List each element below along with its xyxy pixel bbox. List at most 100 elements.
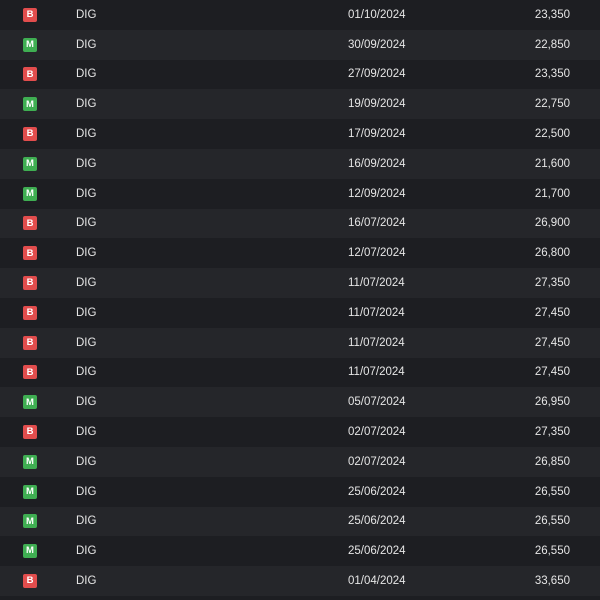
price-cell: 26,900 <box>534 217 570 230</box>
symbol-cell: DIG <box>76 515 97 528</box>
price-cell: 27,450 <box>534 366 570 379</box>
symbol-cell: DIG <box>76 157 97 170</box>
transaction-row[interactable]: B DIG 01/04/2024 33,650 <box>0 566 600 596</box>
date-cell: 02/07/2024 <box>348 426 406 439</box>
date-cell: 17/09/2024 <box>348 128 406 141</box>
symbol-cell: DIG <box>76 545 97 558</box>
price-cell: 27,350 <box>534 426 570 439</box>
transaction-row[interactable]: B DIG 11/07/2024 27,450 <box>0 357 600 388</box>
transaction-row[interactable]: M DIG 16/09/2024 21,600 <box>0 148 600 179</box>
type-badge: B <box>23 276 37 291</box>
date-cell: 11/07/2024 <box>348 366 405 379</box>
transaction-row[interactable]: B DIG 17/09/2024 22,500 <box>0 119 600 149</box>
transaction-row[interactable]: M DIG 25/06/2024 26,550 <box>0 536 600 567</box>
type-badge: M <box>23 484 37 499</box>
type-badge: M <box>23 37 37 52</box>
type-badge: B <box>23 425 37 440</box>
date-cell: 11/07/2024 <box>348 277 405 290</box>
date-cell: 30/09/2024 <box>348 38 406 51</box>
type-badge: M <box>23 544 37 559</box>
symbol-cell: DIG <box>76 98 97 111</box>
date-cell: 16/09/2024 <box>348 157 406 170</box>
transaction-row[interactable]: M DIG 05/07/2024 26,950 <box>0 387 600 418</box>
transaction-row[interactable]: B DIG 01/10/2024 23,350 <box>0 0 600 30</box>
symbol-cell: DIG <box>76 426 97 439</box>
type-badge: B <box>23 365 37 380</box>
type-badge: B <box>23 7 37 22</box>
date-cell: 02/07/2024 <box>348 455 406 468</box>
transaction-row[interactable]: B DIG 02/07/2024 27,350 <box>0 417 600 447</box>
transaction-row[interactable]: M DIG 30/09/2024 22,850 <box>0 29 600 60</box>
type-badge: M <box>23 514 37 529</box>
type-badge: M <box>23 186 37 201</box>
transaction-row[interactable]: B DIG 16/07/2024 26,900 <box>0 208 600 239</box>
date-cell: 19/09/2024 <box>348 98 406 111</box>
date-cell: 25/06/2024 <box>348 545 406 558</box>
price-cell: 26,850 <box>534 455 570 468</box>
transaction-row[interactable]: M DIG 19/09/2024 22,750 <box>0 89 600 120</box>
transaction-list: B DIG 01/10/2024 23,350 M DIG 30/09/2024… <box>0 0 600 600</box>
type-badge: B <box>23 574 37 589</box>
price-cell: 22,750 <box>534 98 570 111</box>
symbol-cell: DIG <box>76 8 97 21</box>
transaction-row[interactable]: M DIG 02/07/2024 26,850 <box>0 446 600 477</box>
type-badge: M <box>23 395 37 410</box>
type-badge: B <box>23 127 37 142</box>
price-cell: 26,550 <box>534 485 570 498</box>
symbol-cell: DIG <box>76 485 97 498</box>
transaction-row[interactable]: B DIG 11/07/2024 27,450 <box>0 327 600 358</box>
price-cell: 27,450 <box>534 336 570 349</box>
type-badge: B <box>23 335 37 350</box>
price-cell: 26,550 <box>534 545 570 558</box>
price-cell: 21,700 <box>534 187 570 200</box>
price-cell: 21,600 <box>534 157 570 170</box>
symbol-cell: DIG <box>76 306 97 319</box>
transaction-row[interactable]: M DIG 12/09/2024 21,700 <box>0 178 600 209</box>
transaction-row[interactable]: M DIG 25/06/2024 26,550 <box>0 506 600 537</box>
transaction-row[interactable]: B DIG 12/07/2024 26,800 <box>0 238 600 269</box>
price-cell: 27,350 <box>534 277 570 290</box>
date-cell: 12/07/2024 <box>348 247 406 260</box>
date-cell: 25/06/2024 <box>348 515 406 528</box>
symbol-cell: DIG <box>76 336 97 349</box>
transaction-row[interactable]: M DIG 25/06/2024 26,550 <box>0 476 600 507</box>
symbol-cell: DIG <box>76 187 97 200</box>
date-cell: 16/07/2024 <box>348 217 406 230</box>
transaction-row[interactable]: B DIG 11/07/2024 27,450 <box>0 297 600 328</box>
symbol-cell: DIG <box>76 247 97 260</box>
date-cell: 01/04/2024 <box>348 575 406 588</box>
date-cell: 27/09/2024 <box>348 68 406 81</box>
type-badge: B <box>23 305 37 320</box>
date-cell: 12/09/2024 <box>348 187 406 200</box>
transaction-row[interactable]: B DIG 11/07/2024 27,350 <box>0 268 600 298</box>
date-cell: 05/07/2024 <box>348 396 406 409</box>
date-cell: 01/10/2024 <box>348 8 406 21</box>
type-badge: B <box>23 246 37 261</box>
date-cell: 25/06/2024 <box>348 485 406 498</box>
type-badge: M <box>23 97 37 112</box>
price-cell: 33,650 <box>534 575 570 588</box>
type-badge: M <box>23 156 37 171</box>
price-cell: 26,950 <box>534 396 570 409</box>
symbol-cell: DIG <box>76 38 97 51</box>
symbol-cell: DIG <box>76 396 97 409</box>
symbol-cell: DIG <box>76 217 97 230</box>
price-cell: 22,500 <box>534 128 570 141</box>
symbol-cell: DIG <box>76 366 97 379</box>
symbol-cell: DIG <box>76 128 97 141</box>
symbol-cell: DIG <box>76 277 97 290</box>
price-cell: 26,800 <box>534 247 570 260</box>
symbol-cell: DIG <box>76 575 97 588</box>
symbol-cell: DIG <box>76 68 97 81</box>
date-cell: 11/07/2024 <box>348 336 405 349</box>
type-badge: B <box>23 67 37 82</box>
price-cell: 22,850 <box>534 38 570 51</box>
price-cell: 26,550 <box>534 515 570 528</box>
date-cell: 11/07/2024 <box>348 306 405 319</box>
transaction-row[interactable]: B DIG 27/09/2024 23,350 <box>0 59 600 90</box>
price-cell: 23,350 <box>534 68 570 81</box>
price-cell: 27,450 <box>534 306 570 319</box>
type-badge: M <box>23 454 37 469</box>
price-cell: 23,350 <box>534 8 570 21</box>
symbol-cell: DIG <box>76 455 97 468</box>
